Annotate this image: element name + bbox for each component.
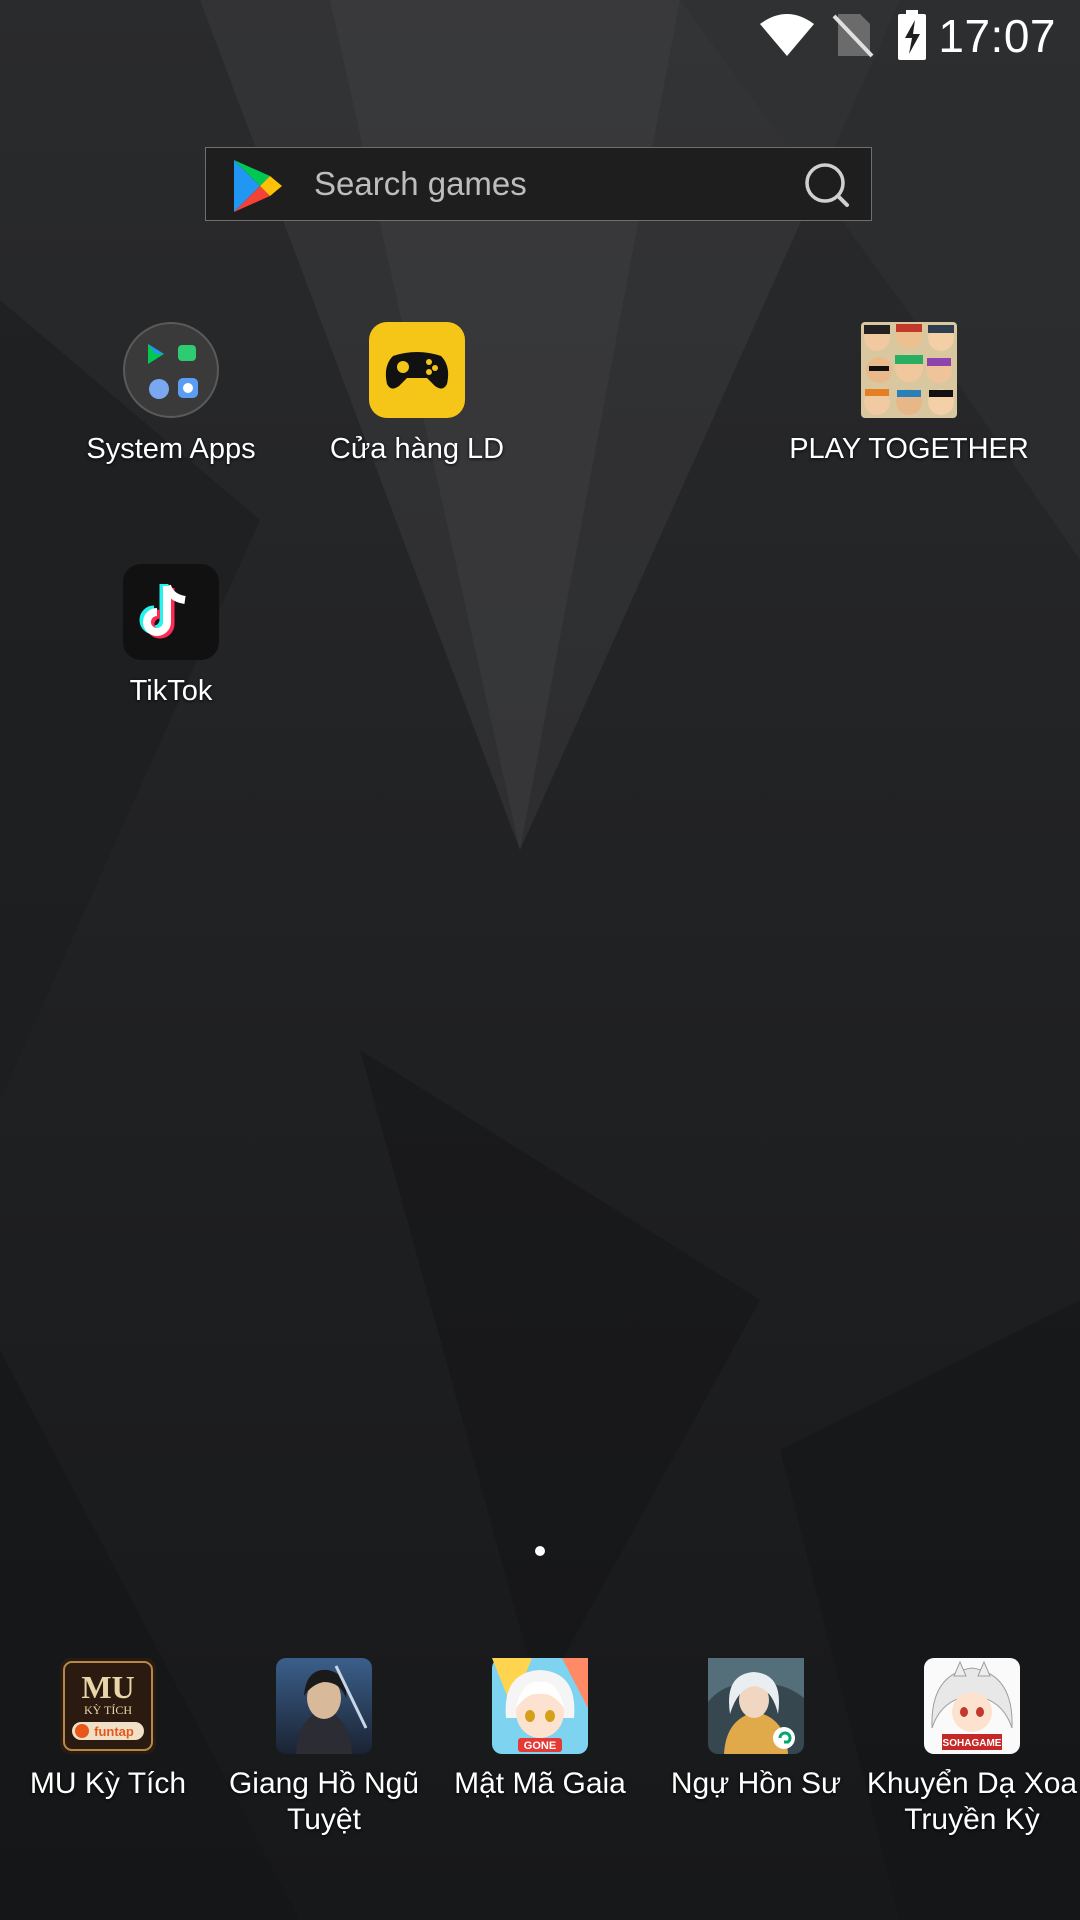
wifi-icon <box>760 14 814 56</box>
sohagame-logo-text: SOHAGAME <box>943 1738 1002 1749</box>
page-indicator-dot <box>535 1546 545 1556</box>
app-label: System Apps <box>86 433 256 465</box>
giang-ho-ngu-tuyet-icon <box>276 1658 372 1754</box>
app-label: Ngự Hồn Sư <box>670 1767 842 1800</box>
status-bar: 17:07 <box>0 0 1080 72</box>
app-ngu-hon-su[interactable]: Ngự Hồn Sư <box>636 1658 876 1802</box>
app-label: Mật Mã Gaia <box>454 1767 626 1800</box>
search-icon[interactable] <box>803 161 851 209</box>
game-search-bar[interactable] <box>205 147 872 221</box>
search-input[interactable] <box>314 148 754 220</box>
no-sim-icon <box>832 14 874 58</box>
app-play-together[interactable]: PLAY TOGETHER <box>789 322 1029 466</box>
app-giang-ho-ngu-tuyet[interactable]: Giang Hồ Ngũ Tuyệt <box>204 1658 444 1838</box>
play-store-logo <box>234 160 282 212</box>
battery-charging-icon <box>898 10 926 60</box>
app-label: TikTok <box>129 675 213 707</box>
ngu-hon-su-icon <box>708 1658 804 1754</box>
app-system-apps[interactable]: System Apps <box>51 322 291 466</box>
ky-tich-logo-text: KỲ TÍCH <box>84 1703 132 1717</box>
app-label: Giang Hồ Ngũ Tuyệt <box>228 1767 420 1836</box>
app-tiktok[interactable]: TikTok <box>51 564 291 708</box>
app-label: PLAY TOGETHER <box>789 433 1029 465</box>
folder-icon <box>123 322 219 418</box>
mu-logo-text: MU <box>81 1669 134 1705</box>
app-khuyen-da-xoa[interactable]: SOHAGAME Khuyển Dạ Xoa Truyền Kỳ <box>852 1658 1080 1838</box>
clock: 17:07 <box>938 10 1056 62</box>
app-label: Cửa hàng LD <box>329 433 505 465</box>
app-mat-ma-gaia[interactable]: GONE Mật Mã Gaia <box>420 1658 660 1802</box>
funtap-logo-text: funtap <box>94 1724 134 1739</box>
mat-ma-gaia-icon: GONE <box>492 1658 588 1754</box>
app-ld-store[interactable]: Cửa hàng LD <box>297 322 537 466</box>
khuyen-da-xoa-icon: SOHAGAME <box>924 1658 1020 1754</box>
app-label: Khuyển Dạ Xoa Truyền Kỳ <box>866 1767 1078 1836</box>
gone-logo-text: GONE <box>524 1740 556 1752</box>
tiktok-icon <box>123 564 219 660</box>
gamepad-icon <box>369 322 465 418</box>
app-label: MU Kỳ Tích <box>29 1767 187 1800</box>
play-together-icon <box>861 322 957 418</box>
wallpaper <box>0 0 1080 1920</box>
app-mu-ky-tich[interactable]: MU KỲ TÍCH funtap MU Kỳ Tích <box>0 1658 228 1802</box>
mu-ky-tich-icon: MU KỲ TÍCH funtap <box>60 1658 156 1754</box>
